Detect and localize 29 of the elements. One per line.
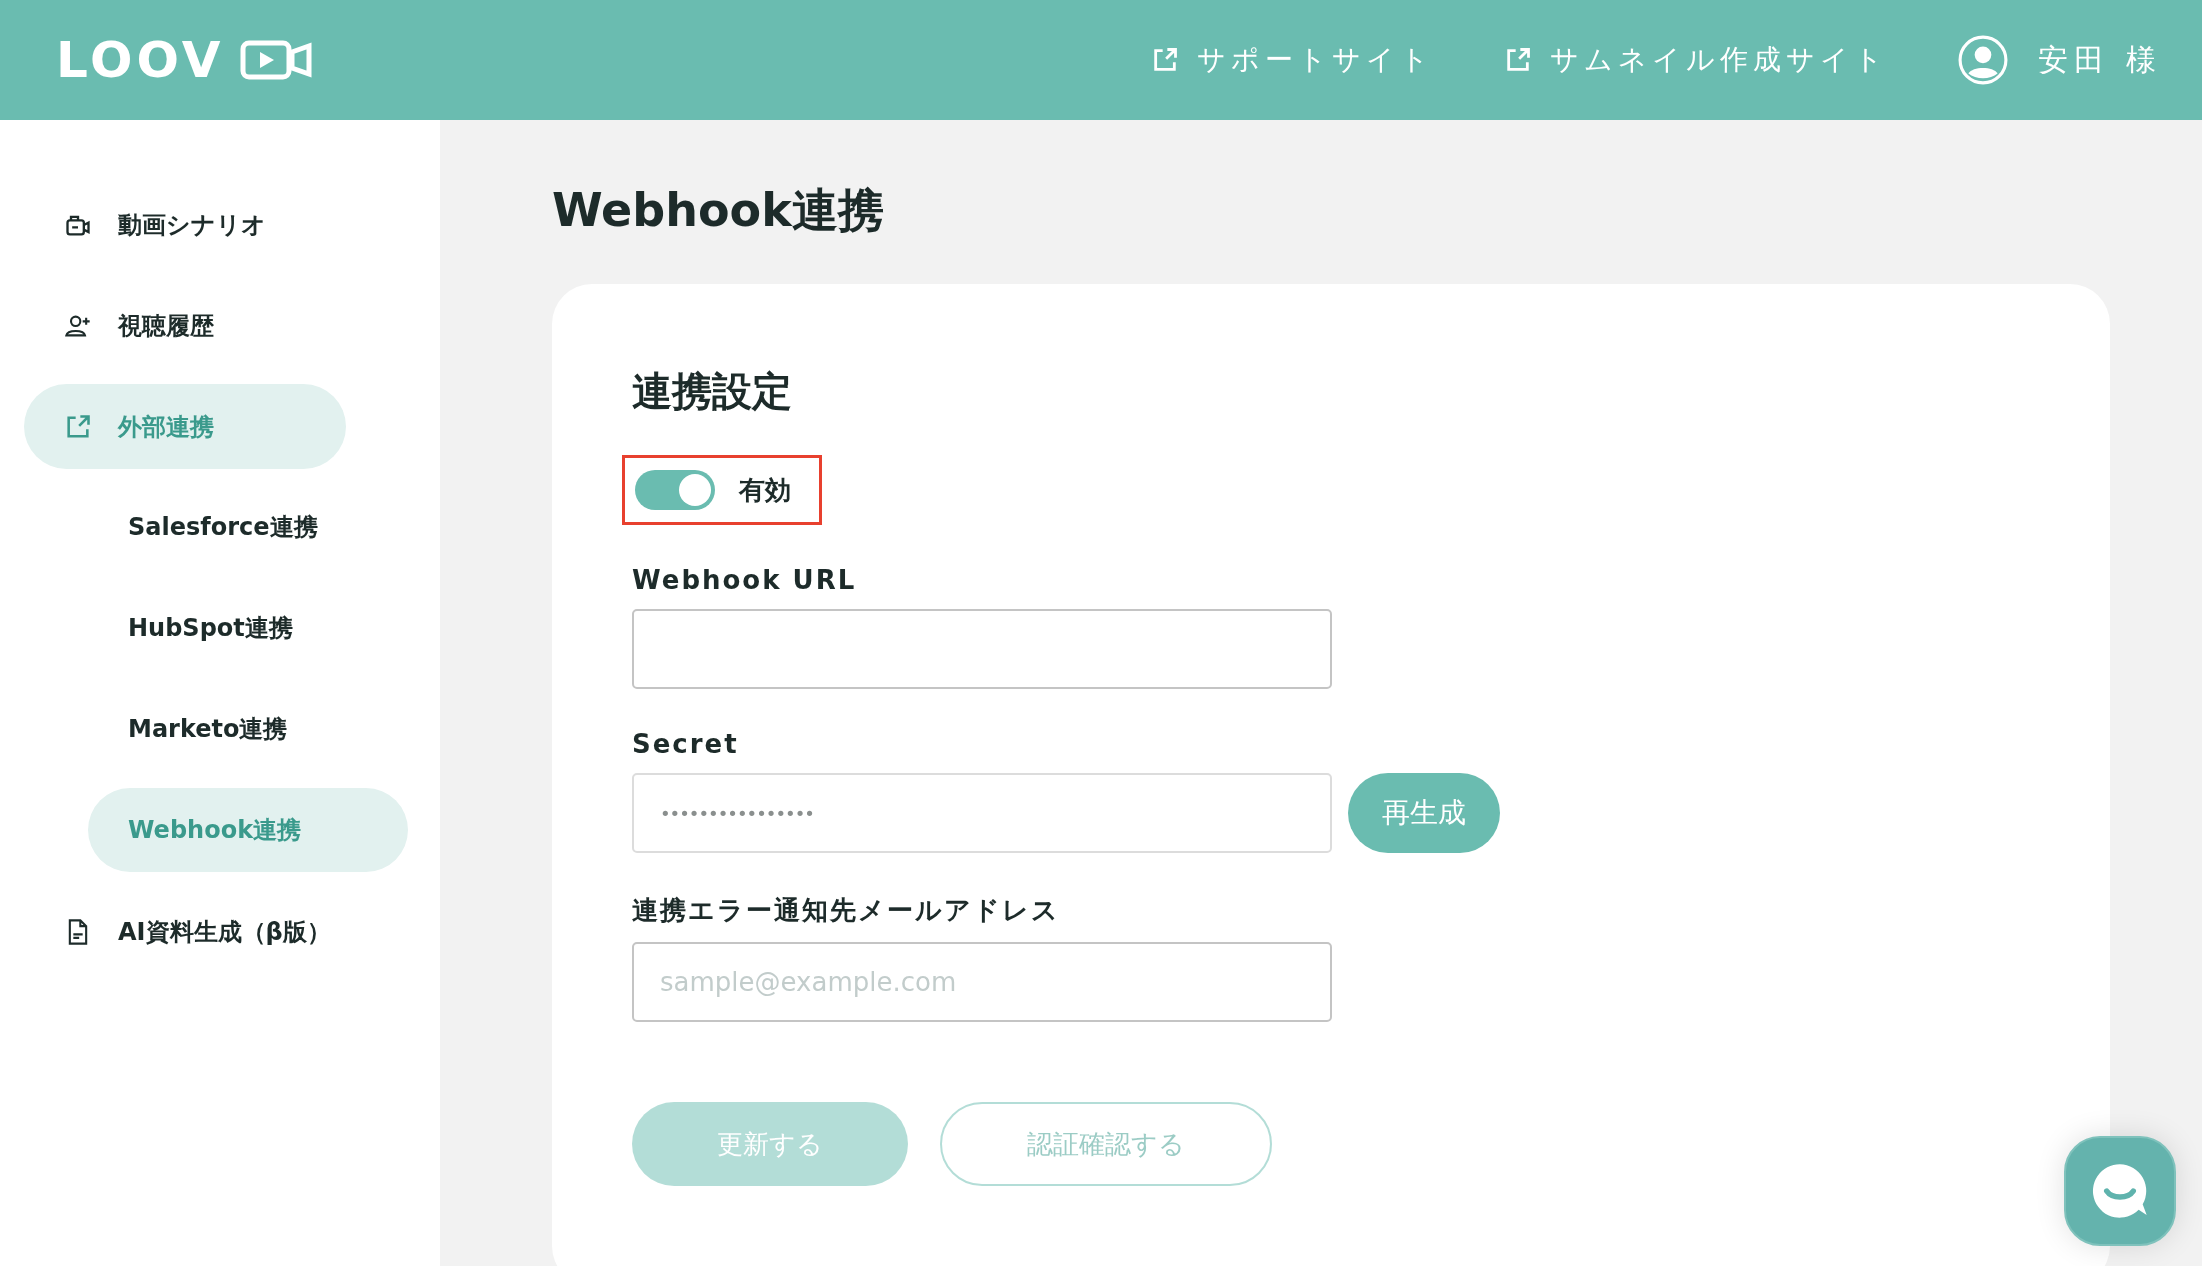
external-link[interactable]: サムネイル作成サイト — [1504, 41, 1889, 79]
user-name: 安田 様 — [2038, 40, 2162, 79]
field-label: Secret — [632, 729, 740, 759]
toggle-label: 有効 — [739, 473, 791, 507]
sidebar-subitem[interactable]: Marketo連携 — [88, 687, 408, 771]
sidebar-subitem[interactable]: Salesforce連携 — [88, 485, 408, 569]
sidebar-item[interactable]: 視聴履歴 — [24, 283, 346, 368]
toggle-switch[interactable] — [635, 470, 715, 510]
section-heading: 連携設定 — [632, 367, 793, 416]
video-camera-icon — [240, 40, 313, 80]
user-avatar-icon[interactable] — [1958, 35, 2009, 85]
sidebar-item[interactable]: 動画シナリオ — [24, 182, 346, 267]
sidebar-item[interactable]: AI資料生成（β版） — [24, 889, 346, 974]
external-link[interactable]: サポートサイト — [1151, 41, 1435, 79]
input-field[interactable]: •••••••••••••••• — [632, 773, 1332, 853]
page-title: Webhook連携 — [552, 182, 885, 239]
regenerate-button[interactable]: 再生成 — [1348, 773, 1500, 853]
sidebar-subitem[interactable]: Webhook連携 — [88, 788, 408, 872]
input-field[interactable]: sample@example.com — [632, 942, 1332, 1022]
field-label: 連携エラー通知先メールアドレス — [632, 894, 1061, 927]
logo[interactable]: LOOV — [56, 31, 225, 89]
input-field[interactable] — [632, 609, 1332, 689]
external-link-icon — [64, 412, 92, 441]
chat-button[interactable] — [2064, 1136, 2176, 1246]
sidebar-subitem[interactable]: HubSpot連携 — [88, 586, 408, 670]
sidebar-item[interactable]: 外部連携 — [24, 384, 346, 469]
field-label: Webhook URL — [632, 565, 858, 595]
external-link-icon — [1504, 46, 1533, 74]
external-link-icon — [1151, 46, 1180, 74]
